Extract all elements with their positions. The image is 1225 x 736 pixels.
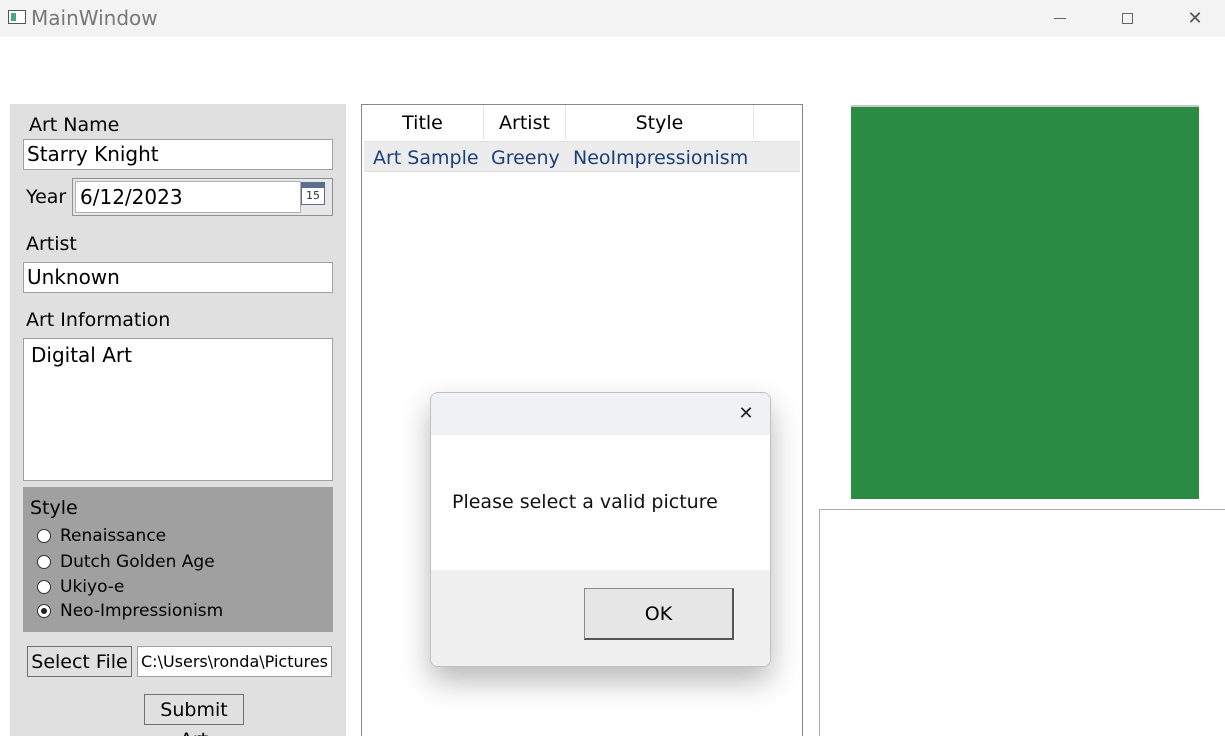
art-name-label: Art Name bbox=[29, 114, 120, 136]
radio-option-neo-impressionism[interactable]: Neo-Impressionism bbox=[37, 600, 223, 622]
art-information-label: Art Information bbox=[26, 309, 171, 331]
radio-option-ukiyo-e[interactable]: Ukiyo-e bbox=[37, 576, 124, 598]
message-dialog: ✕ Please select a valid picture OK bbox=[430, 392, 771, 667]
file-path-input[interactable]: C:\Users\ronda\Pictures bbox=[137, 646, 332, 677]
style-label: Style bbox=[30, 497, 78, 519]
artist-label: Artist bbox=[26, 233, 77, 255]
year-label: Year bbox=[26, 186, 67, 208]
radio-label: Ukiyo-e bbox=[60, 577, 125, 597]
lower-content-box bbox=[819, 509, 1225, 736]
radio-button[interactable] bbox=[37, 555, 51, 569]
year-datepicker[interactable]: 6/12/2023 15 bbox=[72, 178, 333, 216]
app-window-icon bbox=[8, 10, 26, 24]
column-header-artist[interactable]: Artist bbox=[484, 105, 566, 139]
cell-title: Art Sample bbox=[373, 147, 479, 169]
radio-label: Neo-Impressionism bbox=[60, 601, 224, 621]
year-date-input[interactable]: 6/12/2023 bbox=[75, 181, 301, 213]
art-form-panel: Art Name Starry Knight Year 6/12/2023 15… bbox=[10, 104, 346, 736]
art-name-input[interactable]: Starry Knight bbox=[23, 139, 333, 170]
radio-label: Dutch Golden Age bbox=[60, 552, 215, 572]
calendar-icon[interactable]: 15 bbox=[301, 182, 325, 205]
cell-style: NeoImpressionism bbox=[573, 147, 749, 169]
dialog-footer: OK bbox=[431, 570, 770, 666]
listview-header: Title Artist Style bbox=[362, 105, 802, 139]
select-file-button[interactable]: Select File bbox=[27, 646, 132, 677]
minimize-button[interactable] bbox=[1037, 0, 1083, 37]
column-header-style[interactable]: Style bbox=[566, 105, 754, 139]
art-image-preview bbox=[851, 105, 1199, 499]
radio-button[interactable] bbox=[37, 580, 51, 594]
radio-option-renaissance[interactable]: Renaissance bbox=[37, 525, 166, 547]
close-button[interactable]: ✕ bbox=[1172, 0, 1218, 37]
style-group: Style Renaissance Dutch Golden Age Ukiyo… bbox=[23, 487, 333, 632]
listview-row[interactable]: Art Sample Greeny NeoImpressionism bbox=[364, 141, 800, 172]
dialog-close-button[interactable]: ✕ bbox=[733, 401, 759, 427]
title-bar: MainWindow ✕ bbox=[0, 0, 1225, 37]
maximize-icon bbox=[1121, 13, 1133, 24]
radio-option-dutch-golden-age[interactable]: Dutch Golden Age bbox=[37, 551, 215, 573]
artist-input[interactable]: Unknown bbox=[23, 262, 333, 293]
window-title: MainWindow bbox=[31, 6, 158, 30]
close-icon: ✕ bbox=[1187, 8, 1203, 29]
radio-label: Renaissance bbox=[60, 526, 167, 546]
cell-artist: Greeny bbox=[491, 147, 560, 169]
art-information-textarea[interactable]: Digital Art bbox=[23, 338, 333, 481]
maximize-button[interactable] bbox=[1104, 0, 1150, 37]
column-header-title[interactable]: Title bbox=[362, 105, 484, 139]
ok-button[interactable]: OK bbox=[584, 588, 734, 640]
dialog-title-bar: ✕ bbox=[431, 393, 770, 435]
radio-button-selected[interactable] bbox=[37, 604, 51, 618]
dialog-message: Please select a valid picture bbox=[452, 491, 718, 513]
submit-art-button[interactable]: Submit Art bbox=[144, 694, 244, 736]
calendar-day-text: 15 bbox=[306, 189, 320, 202]
minimize-icon bbox=[1054, 18, 1066, 19]
radio-button[interactable] bbox=[37, 529, 51, 543]
close-icon: ✕ bbox=[738, 403, 754, 424]
